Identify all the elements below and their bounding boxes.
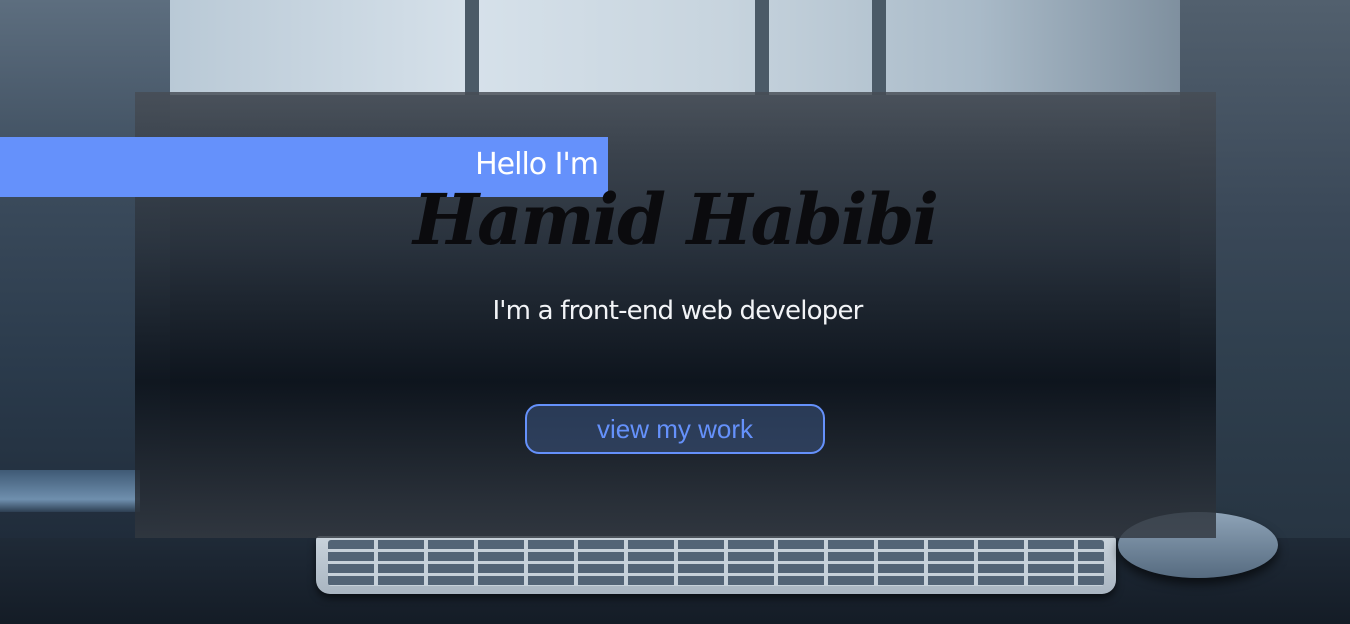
keyboard-keys bbox=[328, 540, 1104, 586]
background-window-post bbox=[465, 0, 479, 95]
background-window-post bbox=[755, 0, 769, 95]
hero-tagline: I'm a front-end web developer bbox=[492, 296, 863, 326]
background-window-post bbox=[872, 0, 886, 95]
hero-name: Hamid Habibi bbox=[412, 178, 939, 261]
view-my-work-button[interactable]: view my work bbox=[525, 404, 825, 454]
hero-section: Hello I'm Hamid Habibi I'm a front-end w… bbox=[0, 0, 1350, 624]
background-window bbox=[170, 0, 1180, 95]
background-monitor bbox=[0, 470, 140, 512]
keyboard-image bbox=[316, 536, 1116, 594]
greeting-text: Hello I'm bbox=[475, 147, 599, 182]
